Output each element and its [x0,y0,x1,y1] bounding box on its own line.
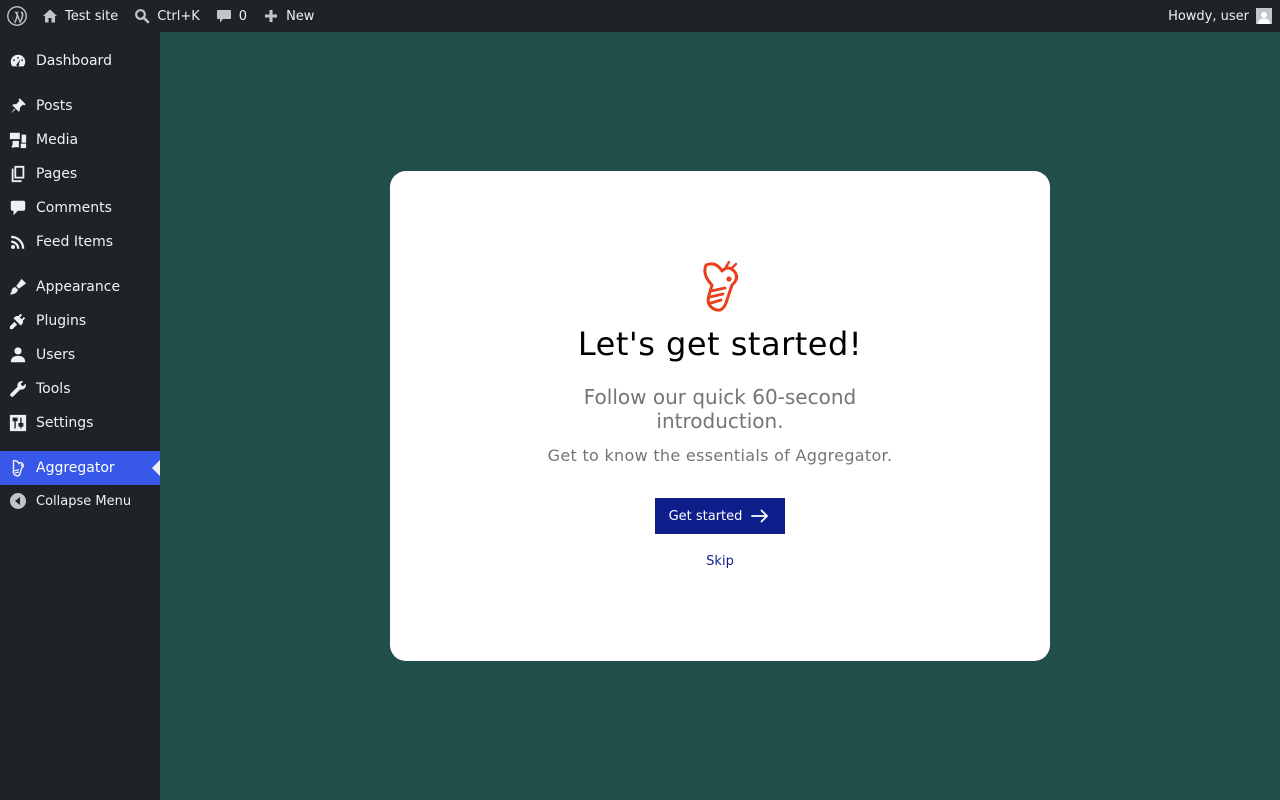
admin-sidebar: Dashboard Posts Media Pages Comments Fee… [0,32,160,800]
howdy-text: Howdy, user [1168,8,1249,24]
media-icon [0,131,36,149]
sidebar-item-label: Aggregator [36,460,115,476]
site-name-link[interactable]: Test site [34,0,126,32]
new-label: New [286,8,315,24]
site-name: Test site [65,8,119,24]
rss-icon [0,233,36,251]
bee-icon [0,459,36,477]
sidebar-item-aggregator[interactable]: Aggregator [0,451,160,485]
collapse-menu-button[interactable]: Collapse Menu [0,485,160,517]
user-icon [0,346,36,364]
arrow-right-icon [751,509,769,523]
plus-icon [263,8,279,24]
card-subtitle: Follow our quick 60-second introduction. [583,385,857,433]
plugin-icon [0,312,36,330]
avatar-person-icon [1258,12,1270,24]
sidebar-item-label: Comments [36,200,112,216]
home-icon [42,8,58,24]
sidebar-item-settings[interactable]: Settings [0,406,160,440]
sidebar-item-users[interactable]: Users [0,338,160,372]
aggregator-logo-icon [698,260,742,313]
sidebar-item-plugins[interactable]: Plugins [0,304,160,338]
command-palette-button[interactable]: Ctrl+K [126,0,208,32]
my-account-link[interactable]: Howdy, user [1160,0,1280,32]
pages-icon [0,165,36,183]
sidebar-item-label: Media [36,132,79,148]
sidebar-item-label: Appearance [36,279,121,295]
sidebar-item-appearance[interactable]: Appearance [0,270,160,304]
new-content-button[interactable]: New [255,0,322,32]
sidebar-item-label: Tools [36,381,71,397]
avatar [1256,8,1272,24]
sidebar-item-media[interactable]: Media [0,123,160,157]
sidebar-item-label: Settings [36,415,94,431]
sidebar-item-pages[interactable]: Pages [0,157,160,191]
dashboard-icon [0,52,36,70]
card-description: Get to know the essentials of Aggregator… [547,446,893,465]
sidebar-item-label: Feed Items [36,234,114,250]
comment-icon [0,199,36,217]
sidebar-item-comments[interactable]: Comments [0,191,160,225]
comment-icon [216,8,232,24]
wordpress-icon [7,6,27,26]
sidebar-item-label: Users [36,347,76,363]
wordpress-logo-button[interactable] [0,0,34,32]
onboarding-card: Let's get started! Follow our quick 60-s… [390,171,1050,661]
sidebar-item-feed-items[interactable]: Feed Items [0,225,160,259]
comments-count: 0 [238,8,248,24]
skip-link[interactable]: Skip [706,554,734,569]
sidebar-item-posts[interactable]: Posts [0,89,160,123]
admin-bar: Test site Ctrl+K 0 New Howdy, user [0,0,1280,32]
settings-icon [0,414,36,432]
pin-icon [0,97,36,115]
comments-link[interactable]: 0 [208,0,255,32]
sidebar-item-label: Dashboard [36,53,112,69]
sidebar-item-label: Posts [36,98,73,114]
collapse-menu-label: Collapse Menu [36,493,132,509]
sidebar-item-label: Plugins [36,313,87,329]
sidebar-item-dashboard[interactable]: Dashboard [0,44,160,78]
search-shortcut: Ctrl+K [157,8,200,24]
get-started-button[interactable]: Get started [654,498,786,534]
brush-icon [0,278,36,296]
wrench-icon [0,380,36,398]
get-started-label: Get started [668,508,743,524]
search-icon [134,8,150,24]
sidebar-item-label: Pages [36,166,78,182]
collapse-icon [0,493,36,509]
sidebar-item-tools[interactable]: Tools [0,372,160,406]
card-title: Let's get started! [577,325,863,363]
